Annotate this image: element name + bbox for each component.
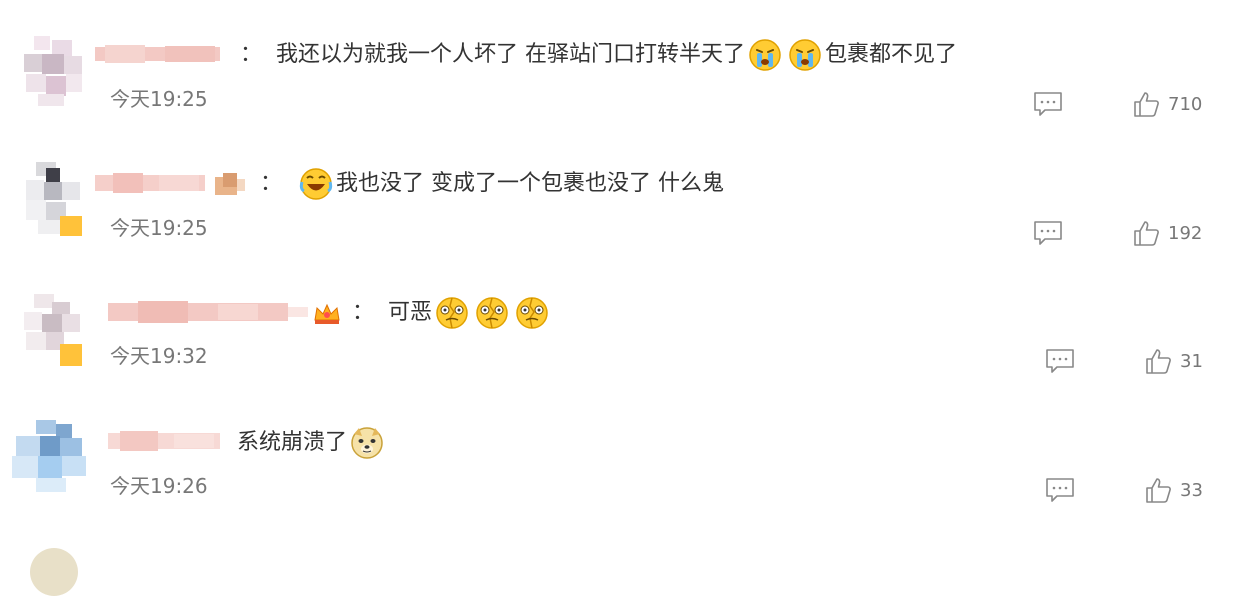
username-blurred[interactable] xyxy=(108,301,308,323)
cracked-face-icon xyxy=(515,296,549,330)
user-badge-icon[interactable] xyxy=(215,171,245,197)
avatar[interactable] xyxy=(12,416,92,496)
comment-text: ：可恶 xyxy=(342,296,552,330)
comment-time: 今天19:25 xyxy=(110,87,208,111)
crown-badge-icon[interactable] xyxy=(312,300,342,326)
thumbs-up-icon xyxy=(1146,478,1171,503)
thumbs-up-icon xyxy=(1134,92,1159,117)
comment-time: 今天19:25 xyxy=(110,216,208,240)
avatar[interactable] xyxy=(12,158,92,238)
avatar[interactable] xyxy=(30,548,78,596)
like-count: 31 xyxy=(1180,350,1203,372)
like-button[interactable]: 31 xyxy=(1144,346,1203,376)
username-blurred[interactable] xyxy=(95,172,205,194)
like-button[interactable]: 710 xyxy=(1132,89,1202,119)
thumbs-up-icon xyxy=(1146,349,1171,374)
comment-item: ：我还以为就我一个人坏了 在驿站门口打转半天了 包裹都不见了 今天19:25 71… xyxy=(0,0,1249,125)
username-blurred[interactable] xyxy=(108,430,220,452)
comment-text: ：我也没了 变成了一个包裹也没了 什么鬼 xyxy=(250,167,724,201)
avatar[interactable] xyxy=(12,288,92,368)
laughing-tears-face-icon xyxy=(299,167,333,201)
comment-icon[interactable] xyxy=(1033,220,1063,246)
cracked-face-icon xyxy=(435,296,469,330)
comment-icon[interactable] xyxy=(1045,477,1075,503)
comment-item: 系统崩溃了 今天19:26 33 xyxy=(0,388,1249,513)
comment-time: 今天19:26 xyxy=(110,474,208,498)
cracked-face-icon xyxy=(475,296,509,330)
like-button[interactable]: 33 xyxy=(1144,475,1203,505)
doge-face-icon xyxy=(350,426,384,460)
comment-icon[interactable] xyxy=(1033,91,1063,117)
like-count: 710 xyxy=(1168,93,1203,115)
comment-text: ：我还以为就我一个人坏了 在驿站门口打转半天了 包裹都不见了 xyxy=(230,38,957,72)
avatar[interactable] xyxy=(12,30,92,110)
crying-face-icon xyxy=(748,38,782,72)
like-button[interactable]: 192 xyxy=(1132,218,1202,248)
comment-time: 今天19:32 xyxy=(110,344,208,368)
like-count: 192 xyxy=(1168,222,1203,244)
comment-text: 系统崩溃了 xyxy=(237,426,387,460)
thumbs-up-icon xyxy=(1134,221,1159,246)
crying-face-icon xyxy=(788,38,822,72)
comment-icon[interactable] xyxy=(1045,348,1075,374)
username-blurred[interactable] xyxy=(95,43,220,65)
like-count: 33 xyxy=(1180,479,1203,501)
comment-item: ：可恶 今天19:32 31 xyxy=(0,258,1249,383)
comment-item: ：我也没了 变成了一个包裹也没了 什么鬼 今天19:25 192 xyxy=(0,130,1249,255)
